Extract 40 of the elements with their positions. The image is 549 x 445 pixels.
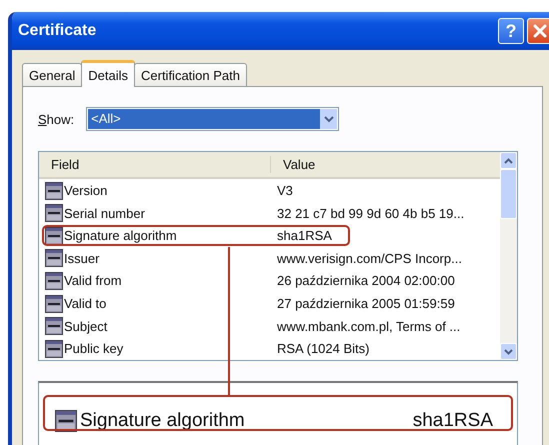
table-cell: Subject	[64, 318, 108, 334]
tab[interactable]: General	[22, 63, 82, 86]
field-icon	[45, 294, 63, 313]
field-icon	[55, 410, 77, 432]
table-cell: Version	[64, 183, 108, 198]
field-icon	[45, 182, 63, 200]
table-cell: Signature algorithm	[64, 228, 177, 244]
show-dropdown[interactable]: <All>	[86, 107, 340, 131]
field-icon	[45, 272, 63, 290]
table-cell: 32 21 c7 bd 99 9d 60 4b b5 19...	[277, 206, 464, 221]
table-cell: Issuer	[64, 250, 100, 266]
table-cell: RSA (1024 Bits)	[277, 341, 370, 356]
table-cell: www.mbank.com.pl, Terms of ...	[277, 318, 460, 334]
detail-field: Signature algorithm	[80, 410, 245, 432]
field-icon	[45, 204, 63, 222]
table-cell: Serial number	[64, 206, 145, 221]
close-icon	[532, 23, 548, 39]
table-cell: sha1RSA	[277, 228, 332, 244]
scroll-down-button[interactable]	[500, 343, 517, 360]
scroll-up-button[interactable]	[500, 152, 517, 169]
field-icon	[45, 340, 63, 358]
column-header[interactable]: Value	[271, 152, 316, 178]
table-cell: www.verisign.com/CPS Incorp...	[277, 250, 462, 266]
table-cell: 27 października 2005 01:59:59	[277, 296, 455, 312]
detail-value: sha1RSA	[412, 410, 493, 432]
table-cell: Valid from	[64, 273, 122, 288]
column-header[interactable]: Field	[39, 156, 271, 174]
show-label: Show:	[38, 112, 74, 126]
field-icon	[45, 226, 63, 245]
close-button[interactable]	[527, 18, 549, 44]
tab[interactable]: Certification Path	[134, 63, 247, 86]
table-cell: 26 października 2004 02:00:00	[277, 273, 455, 288]
scrollbar-thumb[interactable]	[500, 169, 517, 219]
tab[interactable]: Details	[81, 60, 135, 87]
table-cell: Public key	[64, 341, 124, 356]
table-cell: Valid to	[64, 296, 106, 312]
window-title: Certificate	[18, 22, 96, 40]
field-icon	[45, 317, 63, 336]
field-icon	[45, 249, 63, 268]
table-cell: V3	[277, 183, 293, 198]
